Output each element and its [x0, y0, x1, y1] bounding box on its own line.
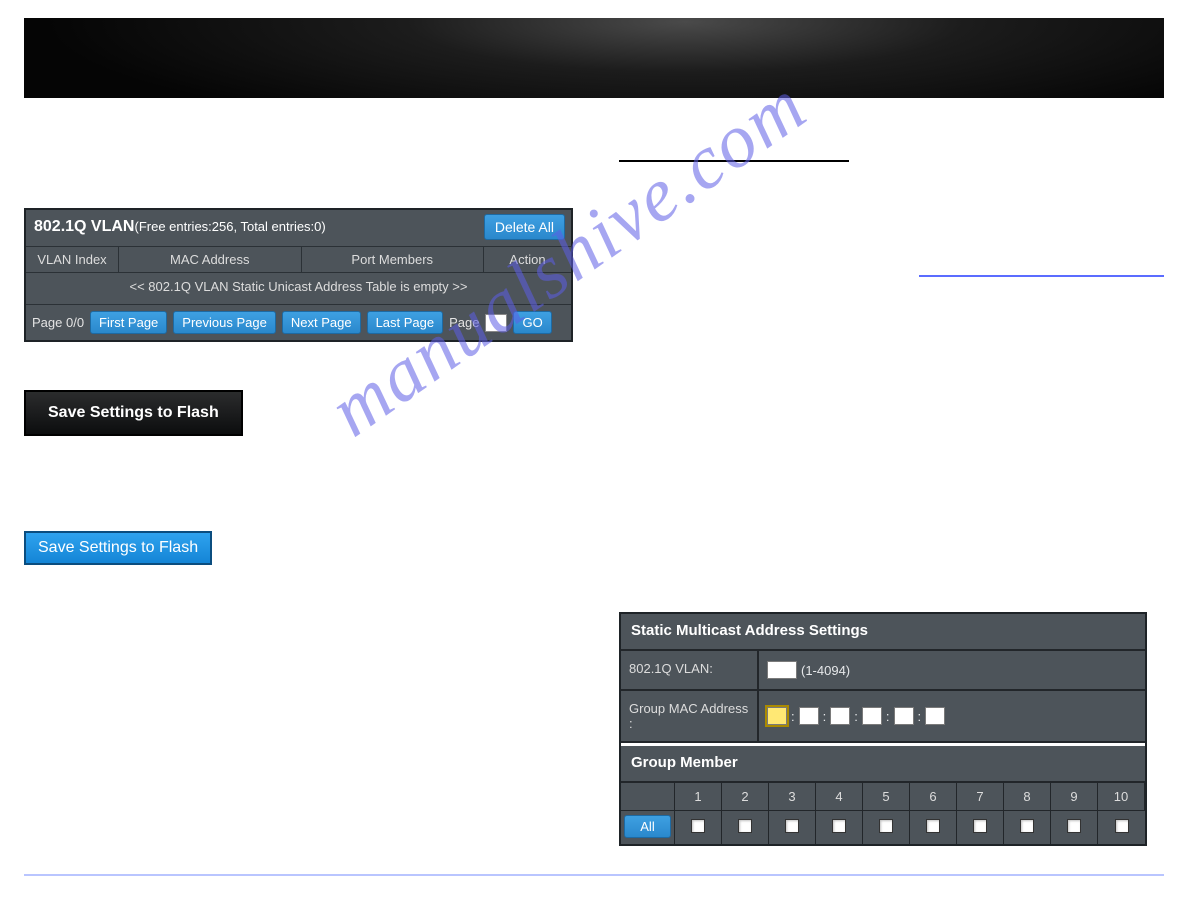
vlan-title-tail: (Free entries:256, Total entries:0): [134, 219, 325, 234]
port-9-checkbox[interactable]: [1067, 819, 1081, 833]
port-8-checkbox[interactable]: [1020, 819, 1034, 833]
port-header-9: 9: [1051, 783, 1098, 811]
port-header-4: 4: [816, 783, 863, 811]
vlan-title: 802.1Q VLAN(Free entries:256, Total entr…: [34, 218, 326, 236]
mac-octet-4-input[interactable]: [862, 707, 882, 725]
port-header-2: 2: [722, 783, 769, 811]
col-header-action: Action: [484, 247, 571, 272]
footer-divider: [24, 874, 1164, 876]
vlan-title-bold: 802.1Q VLAN: [34, 218, 134, 235]
port-3-checkbox[interactable]: [785, 819, 799, 833]
port-4-checkbox[interactable]: [832, 819, 846, 833]
mac-sep: :: [823, 709, 827, 724]
vlan-id-label: 802.1Q VLAN:: [621, 651, 759, 689]
header-banner: [24, 18, 1164, 98]
link-underline-placeholder: [919, 265, 1164, 277]
col-header-vlan-index: VLAN Index: [26, 247, 119, 272]
port-header-10: 10: [1098, 783, 1145, 811]
mac-octet-3-input[interactable]: [830, 707, 850, 725]
port-header-blank: [621, 783, 675, 811]
section-underline-right: [619, 148, 849, 162]
port-header-7: 7: [957, 783, 1004, 811]
col-header-mac: MAC Address: [119, 247, 302, 272]
multicast-settings-title: Static Multicast Address Settings: [621, 614, 1145, 651]
multicast-settings-panel: Static Multicast Address Settings 802.1Q…: [619, 612, 1147, 846]
page-of-label: Page 0/0: [32, 315, 84, 330]
port-1-checkbox[interactable]: [691, 819, 705, 833]
save-settings-black-button[interactable]: Save Settings to Flash: [24, 390, 243, 436]
page-input[interactable]: [485, 314, 507, 332]
port-10-checkbox[interactable]: [1115, 819, 1129, 833]
mac-sep: :: [918, 709, 922, 724]
mac-octet-1-input[interactable]: [767, 707, 787, 725]
save-settings-blue-button[interactable]: Save Settings to Flash: [24, 531, 212, 565]
group-member-title: Group Member: [621, 743, 1145, 783]
port-header-6: 6: [910, 783, 957, 811]
vlan-table-panel: 802.1Q VLAN(Free entries:256, Total entr…: [24, 208, 573, 342]
port-6-checkbox[interactable]: [926, 819, 940, 833]
previous-page-button[interactable]: Previous Page: [173, 311, 276, 334]
vlan-table-empty-message: << 802.1Q VLAN Static Unicast Address Ta…: [26, 273, 571, 305]
port-header-3: 3: [769, 783, 816, 811]
port-2-checkbox[interactable]: [738, 819, 752, 833]
port-header-1: 1: [675, 783, 722, 811]
port-header-8: 8: [1004, 783, 1051, 811]
delete-all-button[interactable]: Delete All: [484, 214, 565, 240]
mac-sep: :: [854, 709, 858, 724]
vlan-id-range: (1-4094): [801, 663, 850, 678]
mac-sep: :: [886, 709, 890, 724]
port-7-checkbox[interactable]: [973, 819, 987, 833]
go-button[interactable]: GO: [513, 311, 551, 334]
group-mac-label: Group MAC Address :: [621, 691, 759, 741]
port-header-5: 5: [863, 783, 910, 811]
vlan-id-input[interactable]: [767, 661, 797, 679]
mac-octet-5-input[interactable]: [894, 707, 914, 725]
col-header-members: Port Members: [302, 247, 485, 272]
mac-sep: :: [791, 709, 795, 724]
mac-octet-6-input[interactable]: [925, 707, 945, 725]
next-page-button[interactable]: Next Page: [282, 311, 361, 334]
page-input-label: Page: [449, 315, 479, 330]
port-5-checkbox[interactable]: [879, 819, 893, 833]
last-page-button[interactable]: Last Page: [367, 311, 444, 334]
mac-octet-2-input[interactable]: [799, 707, 819, 725]
select-all-ports-button[interactable]: All: [624, 815, 671, 838]
first-page-button[interactable]: First Page: [90, 311, 167, 334]
